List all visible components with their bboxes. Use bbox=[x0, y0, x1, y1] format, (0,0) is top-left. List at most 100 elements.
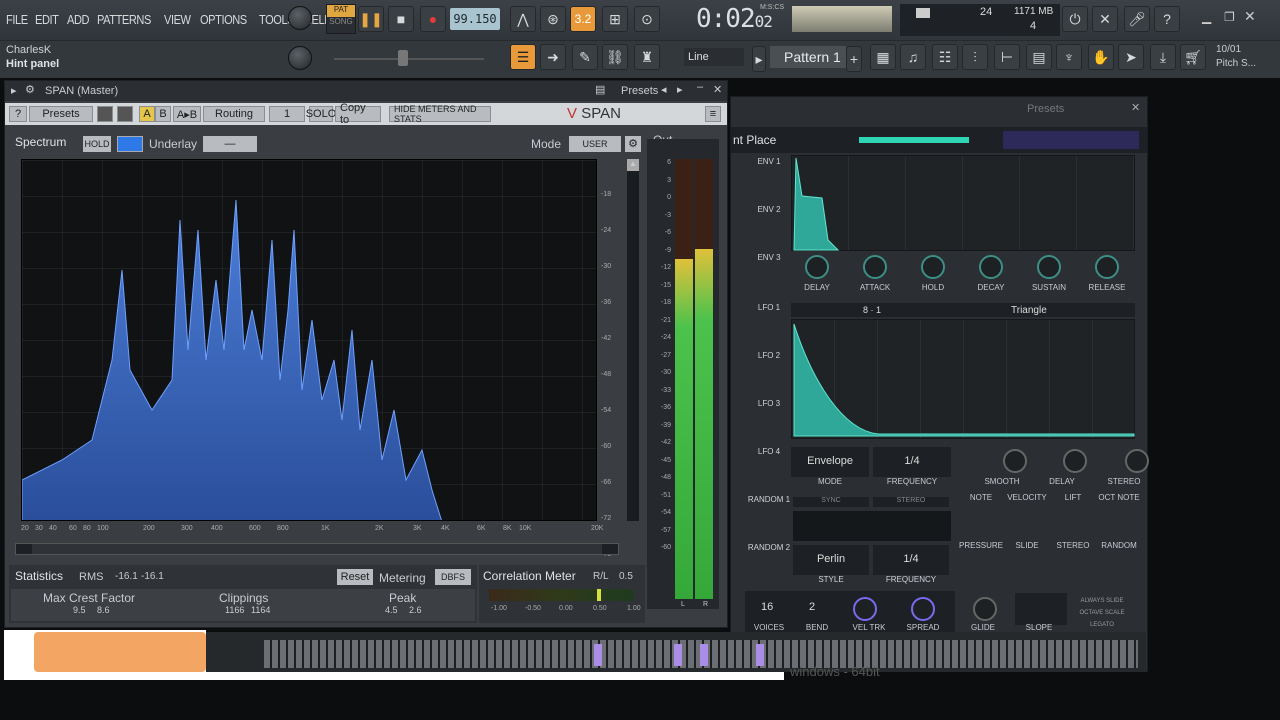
octave-scale-toggle[interactable]: OCTAVE SCALE bbox=[1071, 607, 1133, 619]
voices-value[interactable]: 16 bbox=[761, 601, 773, 613]
synth-presets-label[interactable]: Presets bbox=[1027, 103, 1064, 115]
metering-mode-selector[interactable]: DBFS bbox=[435, 569, 471, 585]
spread-knob[interactable] bbox=[911, 597, 935, 621]
reset-button[interactable]: Reset bbox=[337, 569, 373, 585]
tempo-display[interactable]: 99.150 bbox=[450, 8, 500, 30]
snap-selector[interactable]: Line bbox=[684, 48, 744, 66]
pitch-slider-handle[interactable] bbox=[398, 50, 408, 66]
lfo-mode-selector[interactable]: Envelope bbox=[791, 447, 869, 477]
lfo-knob[interactable] bbox=[1063, 449, 1087, 473]
mixer-icon[interactable]: ⫶ bbox=[962, 44, 988, 70]
cart-icon[interactable]: 🛒︎ bbox=[1180, 44, 1206, 70]
presets-button[interactable]: Presets bbox=[29, 106, 93, 122]
online-icon[interactable]: ⏻ bbox=[1062, 6, 1088, 32]
bend-value[interactable]: 2 bbox=[809, 601, 815, 613]
master-volume-knob[interactable] bbox=[288, 6, 312, 30]
menu-add[interactable]: ADD bbox=[67, 12, 89, 27]
horizontal-scrollbar[interactable] bbox=[15, 543, 619, 555]
menu-edit[interactable]: EDIT bbox=[35, 12, 59, 27]
b-button[interactable]: B bbox=[155, 106, 171, 122]
scroll-up-icon[interactable]: ▲ bbox=[627, 159, 639, 171]
lfo-knob[interactable] bbox=[1125, 449, 1149, 473]
mode-selector[interactable]: USER bbox=[569, 136, 621, 152]
random-style-selector[interactable]: Perlin bbox=[793, 545, 869, 575]
browser-icon[interactable]: ☷ bbox=[932, 44, 958, 70]
help-icon[interactable]: ? bbox=[1154, 6, 1180, 32]
glide-knob[interactable] bbox=[973, 597, 997, 621]
menu-options[interactable]: OPTIONS bbox=[200, 12, 247, 27]
lfo-steps[interactable]: 8 · 1 bbox=[863, 305, 881, 315]
solo-button[interactable]: SOLO bbox=[306, 106, 336, 122]
legato-toggle[interactable]: LEGATO bbox=[1071, 619, 1133, 631]
span-presets-label[interactable]: Presets bbox=[621, 85, 658, 97]
piano-roll-icon[interactable]: ♫ bbox=[900, 44, 926, 70]
lfo-knob[interactable] bbox=[1003, 449, 1027, 473]
menu-icon[interactable]: ≡ bbox=[705, 106, 721, 122]
random2-tab[interactable]: RANDOM 2 bbox=[747, 543, 791, 552]
lfo2-tab[interactable]: LFO 2 bbox=[747, 351, 791, 360]
pattern-selector[interactable]: Pattern 1 bbox=[770, 46, 846, 68]
tree-icon[interactable]: ⊢ bbox=[994, 44, 1020, 70]
a-button[interactable]: A bbox=[139, 106, 155, 122]
preset-next-icon[interactable]: ▸ bbox=[677, 83, 683, 96]
news-text[interactable]: Pitch S... bbox=[1216, 58, 1256, 69]
undo-icon[interactable] bbox=[97, 106, 113, 122]
lfo4-tab[interactable]: LFO 4 bbox=[747, 447, 791, 456]
env-knob-delay[interactable] bbox=[805, 255, 829, 279]
env2-tab[interactable]: ENV 2 bbox=[747, 205, 791, 214]
env3-tab[interactable]: ENV 3 bbox=[747, 253, 791, 262]
fish-icon[interactable]: ➤ bbox=[1118, 44, 1144, 70]
envelope-graph[interactable] bbox=[791, 155, 1135, 251]
hold-button[interactable]: HOLD bbox=[83, 136, 111, 152]
routing-button[interactable]: Routing bbox=[203, 106, 265, 122]
velocity-tracking-knob[interactable] bbox=[853, 597, 877, 621]
gear-icon[interactable]: ⚙ bbox=[25, 83, 35, 96]
preset-prev-icon[interactable]: ◂ bbox=[661, 83, 667, 96]
menu-file[interactable]: FILE bbox=[6, 12, 28, 27]
settings-gear-icon[interactable]: ⚙ bbox=[625, 136, 641, 152]
env-knob-decay[interactable] bbox=[979, 255, 1003, 279]
synth-close-icon[interactable]: ✕ bbox=[1131, 101, 1140, 114]
collapse-arrow-icon[interactable]: ▸ bbox=[11, 84, 17, 97]
pitch-slider-track[interactable] bbox=[334, 58, 484, 60]
color-button[interactable] bbox=[117, 136, 143, 152]
menu-patterns[interactable]: PATTERNS bbox=[97, 12, 151, 27]
help-button[interactable]: ? bbox=[9, 106, 27, 122]
stop-button[interactable]: ■ bbox=[388, 6, 414, 32]
wait-record-icon[interactable]: ⊛ bbox=[540, 6, 566, 32]
stamp-icon[interactable]: ♜ bbox=[634, 44, 660, 70]
pattern-prev-icon[interactable]: ▸ bbox=[752, 46, 766, 72]
random-frequency-selector[interactable]: 1/4 bbox=[873, 545, 949, 575]
channel-rack-icon[interactable]: ▦ bbox=[870, 44, 896, 70]
arrow-right-icon[interactable]: ➜ bbox=[540, 44, 566, 70]
step-edit-icon[interactable]: ⊞ bbox=[602, 6, 628, 32]
env-knob-attack[interactable] bbox=[863, 255, 887, 279]
pause-button[interactable]: ❚❚ bbox=[358, 6, 384, 32]
microphone-icon[interactable]: 🎤︎ bbox=[1124, 6, 1150, 32]
plugin-icon[interactable]: ♆ bbox=[1056, 44, 1082, 70]
random-sync-button[interactable]: SYNC bbox=[793, 497, 869, 507]
download-icon[interactable]: ⤓ bbox=[1150, 44, 1176, 70]
minimize-icon[interactable]: – bbox=[697, 81, 703, 93]
copy-to-button[interactable]: Copy to bbox=[335, 102, 381, 126]
redo-icon[interactable] bbox=[117, 106, 133, 122]
random-stereo-button[interactable]: STEREO bbox=[873, 497, 949, 507]
playlist-icon[interactable]: ☰ bbox=[510, 44, 536, 70]
lfo1-tab[interactable]: LFO 1 bbox=[747, 303, 791, 312]
restore-icon[interactable]: ❐ bbox=[1224, 10, 1235, 24]
link-icon[interactable]: ⛓ bbox=[602, 44, 628, 70]
preset-browser-icon[interactable]: ▤ bbox=[595, 83, 605, 96]
env-knob-hold[interactable] bbox=[921, 255, 945, 279]
env-knob-sustain[interactable] bbox=[1037, 255, 1061, 279]
metronome-icon[interactable]: ⋀ bbox=[510, 6, 536, 32]
countdown-button[interactable]: 3.2 bbox=[570, 6, 596, 32]
synth-volume-bar[interactable] bbox=[859, 137, 969, 143]
close-icon[interactable]: ✕ bbox=[713, 83, 722, 96]
random1-tab[interactable]: RANDOM 1 bbox=[747, 495, 791, 504]
spectrum-display[interactable] bbox=[21, 159, 597, 521]
underlay-selector[interactable]: — bbox=[203, 136, 257, 152]
env1-tab[interactable]: ENV 1 bbox=[747, 157, 791, 166]
a-to-b-button[interactable]: A▸B bbox=[173, 106, 201, 122]
loop-record-icon[interactable]: ⊙ bbox=[634, 6, 660, 32]
lfo-graph[interactable] bbox=[791, 319, 1135, 439]
